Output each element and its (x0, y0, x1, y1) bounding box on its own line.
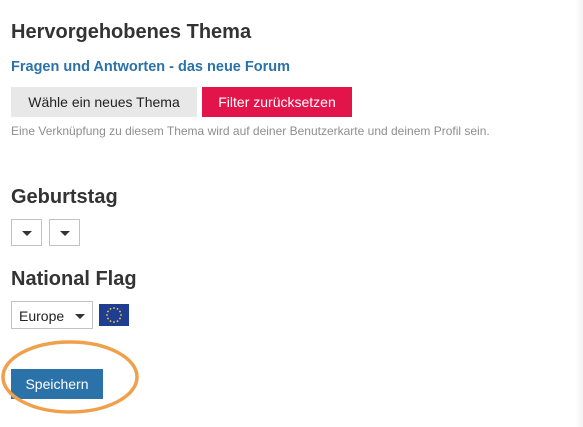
national-flag-select[interactable]: Europe (11, 301, 93, 329)
caret-down-icon (60, 231, 70, 236)
national-flag-title: National Flag (11, 268, 137, 290)
birthday-title: Geburtstag (11, 186, 118, 208)
reset-filter-button[interactable]: Filter zurücksetzen (202, 87, 352, 117)
birthday-month-dropdown[interactable] (11, 219, 42, 246)
eu-flag-icon (99, 304, 129, 326)
birthday-day-dropdown[interactable] (49, 219, 80, 246)
featured-topic-link[interactable]: Fragen und Antworten - das neue Forum (11, 59, 290, 75)
national-flag-selected-value: Europe (19, 308, 65, 324)
caret-down-icon (75, 314, 85, 319)
caret-down-icon (22, 231, 32, 236)
page-edge-shade (575, 0, 583, 427)
featured-topic-title: Hervorgehobenes Thema (11, 21, 252, 43)
eu-flag-stars (106, 307, 122, 323)
choose-topic-button[interactable]: Wähle ein neues Thema (11, 87, 197, 117)
highlight-ring-annotation (1, 340, 139, 414)
featured-topic-help-text: Eine Verknüpfung zu diesem Thema wird au… (11, 124, 490, 138)
